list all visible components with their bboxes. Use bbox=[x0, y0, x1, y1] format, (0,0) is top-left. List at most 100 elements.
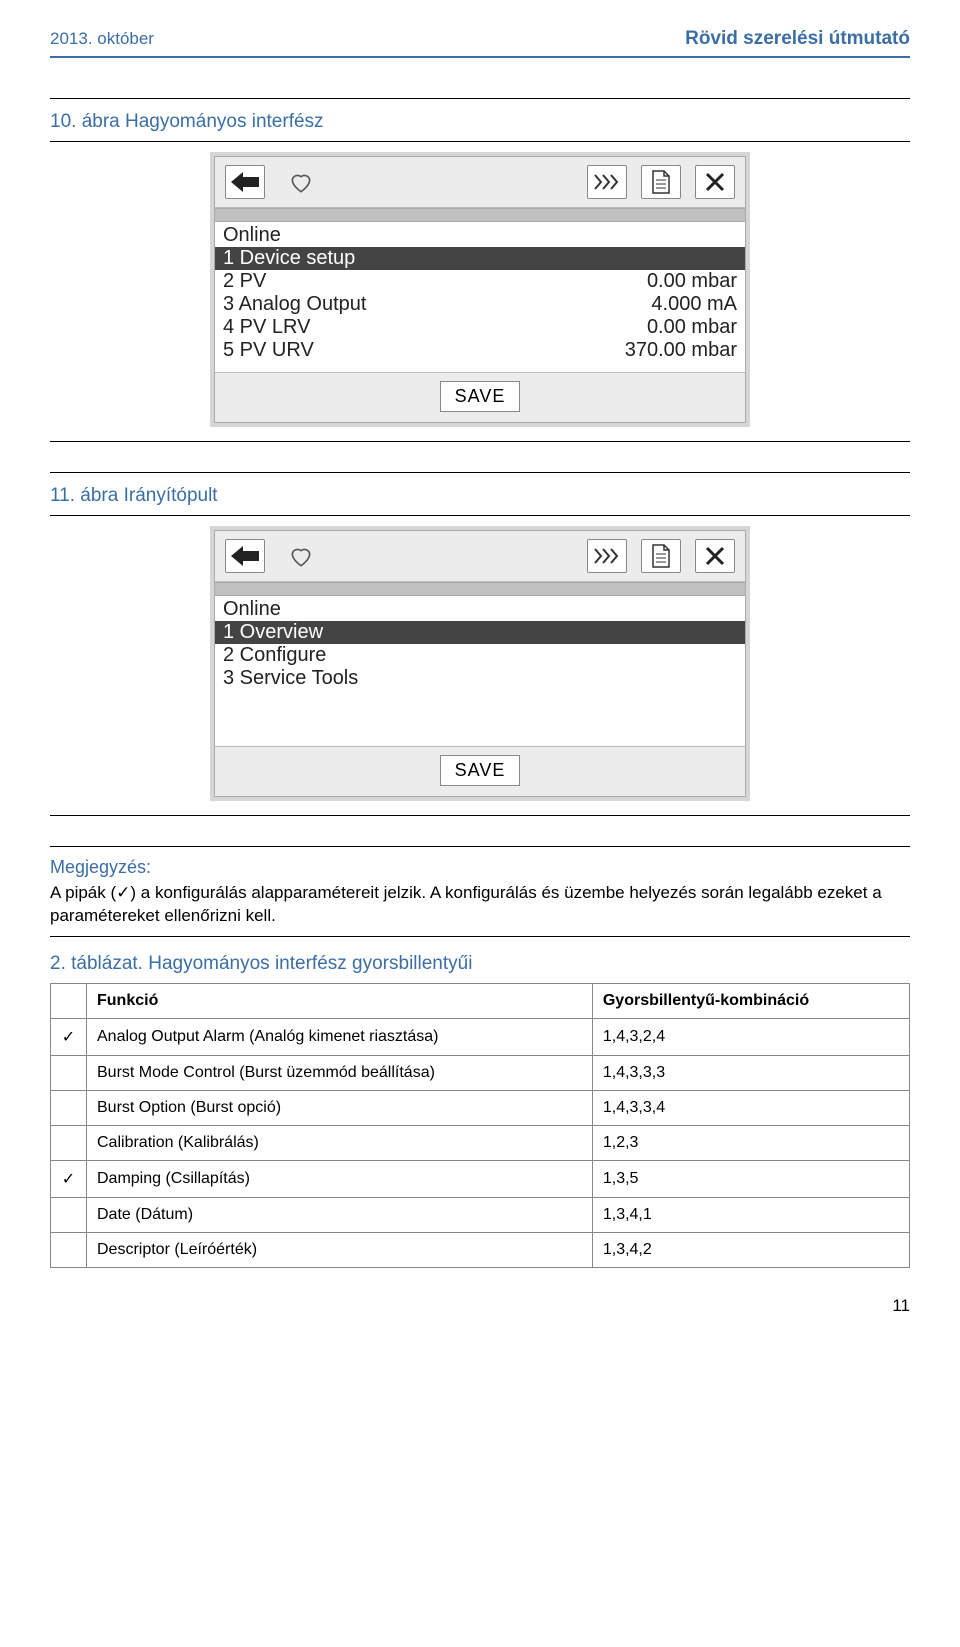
table-header-shortcut: Gyorsbillentyű-kombináció bbox=[592, 983, 909, 1018]
rule bbox=[50, 441, 910, 442]
forward-button[interactable] bbox=[587, 165, 627, 199]
function-cell: Damping (Csillapítás) bbox=[87, 1160, 593, 1197]
device-toolbar bbox=[215, 157, 745, 208]
note-block: Megjegyzés: A pipák (✓) a konfigurálás a… bbox=[50, 857, 910, 928]
check-mark bbox=[51, 1090, 87, 1125]
rule bbox=[50, 472, 910, 473]
device-menu: Online 1 Overview2 Configure3 Service To… bbox=[215, 596, 745, 746]
check-mark: ✓ bbox=[51, 1018, 87, 1055]
menu-item[interactable]: 5 PV URV 370.00 mbar bbox=[215, 339, 745, 362]
function-cell: Burst Mode Control (Burst üzemmód beállí… bbox=[87, 1055, 593, 1090]
shortcut-cell: 1,3,4,2 bbox=[592, 1232, 909, 1267]
check-mark bbox=[51, 1125, 87, 1160]
shortcut-cell: 1,4,3,3,4 bbox=[592, 1090, 909, 1125]
shortcut-cell: 1,2,3 bbox=[592, 1125, 909, 1160]
save-button[interactable]: SAVE bbox=[440, 755, 521, 786]
function-cell: Date (Dátum) bbox=[87, 1197, 593, 1232]
back-button[interactable] bbox=[225, 165, 265, 199]
table-row: Burst Option (Burst opció)1,4,3,3,4 bbox=[51, 1090, 910, 1125]
table-row: ✓Damping (Csillapítás)1,3,5 bbox=[51, 1160, 910, 1197]
rule bbox=[50, 98, 910, 99]
chevrons-right-icon bbox=[593, 547, 621, 565]
rule bbox=[50, 141, 910, 142]
favorite-button[interactable] bbox=[279, 537, 323, 575]
close-icon bbox=[705, 546, 725, 566]
menu-item-label: 2 PV bbox=[223, 270, 266, 293]
function-cell: Burst Option (Burst opció) bbox=[87, 1090, 593, 1125]
device-spacer bbox=[215, 582, 745, 596]
table-title: 2. táblázat. Hagyományos interfész gyors… bbox=[50, 953, 910, 975]
document-button[interactable] bbox=[641, 539, 681, 573]
menu-item[interactable]: 3 Service Tools bbox=[215, 667, 745, 690]
heart-icon bbox=[288, 169, 314, 195]
menu-item[interactable]: 1 Overview bbox=[215, 621, 745, 644]
table-row: Descriptor (Leíróérték)1,3,4,2 bbox=[51, 1232, 910, 1267]
rule bbox=[50, 515, 910, 516]
check-mark: ✓ bbox=[51, 1160, 87, 1197]
menu-item-label: 1 Overview bbox=[223, 621, 323, 644]
document-icon bbox=[651, 170, 671, 194]
table-row: ✓Analog Output Alarm (Analóg kimenet ria… bbox=[51, 1018, 910, 1055]
back-button[interactable] bbox=[225, 539, 265, 573]
table-header-function: Funkció bbox=[87, 983, 593, 1018]
menu-item-value: 4.000 mA bbox=[651, 293, 737, 316]
menu-item-label: 2 Configure bbox=[223, 644, 326, 667]
rule bbox=[50, 815, 910, 816]
shortcut-cell: 1,3,4,1 bbox=[592, 1197, 909, 1232]
shortcut-cell: 1,4,3,3,3 bbox=[592, 1055, 909, 1090]
figure-title-10: 10. ábra Hagyományos interfész bbox=[50, 111, 910, 133]
note-body: A pipák (✓) a konfigurálás alapparaméter… bbox=[50, 882, 910, 928]
menu-item[interactable]: 2 PV 0.00 mbar bbox=[215, 270, 745, 293]
menu-item-label: 4 PV LRV bbox=[223, 316, 310, 339]
favorite-button[interactable] bbox=[279, 163, 323, 201]
menu-header: Online bbox=[215, 222, 745, 247]
menu-item-label: 1 Device setup bbox=[223, 247, 355, 270]
menu-item-label: 5 PV URV bbox=[223, 339, 314, 362]
menu-item[interactable]: 3 Analog Output4.000 mA bbox=[215, 293, 745, 316]
arrow-left-icon bbox=[231, 546, 259, 566]
document-button[interactable] bbox=[641, 165, 681, 199]
menu-item-label: 3 Service Tools bbox=[223, 667, 358, 690]
device-screenshot-10: Online 1 Device setup2 PV 0.00 mbar3 Anal… bbox=[210, 152, 750, 427]
check-mark bbox=[51, 1055, 87, 1090]
header-title: Rövid szerelési útmutató bbox=[685, 28, 910, 50]
heart-icon bbox=[288, 543, 314, 569]
shortcut-cell: 1,4,3,2,4 bbox=[592, 1018, 909, 1055]
rule bbox=[50, 936, 910, 937]
forward-button[interactable] bbox=[587, 539, 627, 573]
device-toolbar bbox=[215, 531, 745, 582]
note-heading: Megjegyzés: bbox=[50, 857, 910, 878]
close-button[interactable] bbox=[695, 539, 735, 573]
check-mark bbox=[51, 1232, 87, 1267]
menu-item[interactable]: 1 Device setup bbox=[215, 247, 745, 270]
close-icon bbox=[705, 172, 725, 192]
shortcut-table: Funkció Gyorsbillentyű-kombináció ✓Analo… bbox=[50, 983, 910, 1268]
table-header-check bbox=[51, 983, 87, 1018]
rule bbox=[50, 846, 910, 847]
chevrons-right-icon bbox=[593, 173, 621, 191]
device-screenshot-11: Online 1 Overview2 Configure3 Service To… bbox=[210, 526, 750, 801]
figure-title-11: 11. ábra Irányítópult bbox=[50, 485, 910, 507]
page-number: 11 bbox=[50, 1296, 910, 1316]
function-cell: Analog Output Alarm (Analóg kimenet rias… bbox=[87, 1018, 593, 1055]
page-header: 2013. október Rövid szerelési útmutató bbox=[50, 28, 910, 58]
menu-header: Online bbox=[215, 596, 745, 621]
document-icon bbox=[651, 544, 671, 568]
device-menu: Online 1 Device setup2 PV 0.00 mbar3 Anal… bbox=[215, 222, 745, 372]
save-button[interactable]: SAVE bbox=[440, 381, 521, 412]
device-spacer bbox=[215, 208, 745, 222]
menu-item[interactable]: 4 PV LRV 0.00 mbar bbox=[215, 316, 745, 339]
menu-item-value: 370.00 mbar bbox=[625, 339, 737, 362]
menu-item[interactable]: 2 Configure bbox=[215, 644, 745, 667]
function-cell: Descriptor (Leíróérték) bbox=[87, 1232, 593, 1267]
header-date: 2013. október bbox=[50, 29, 154, 49]
arrow-left-icon bbox=[231, 172, 259, 192]
table-row: Burst Mode Control (Burst üzemmód beállí… bbox=[51, 1055, 910, 1090]
menu-item-value: 0.00 mbar bbox=[647, 316, 737, 339]
function-cell: Calibration (Kalibrálás) bbox=[87, 1125, 593, 1160]
close-button[interactable] bbox=[695, 165, 735, 199]
table-row: Date (Dátum)1,3,4,1 bbox=[51, 1197, 910, 1232]
menu-item-value: 0.00 mbar bbox=[647, 270, 737, 293]
check-mark bbox=[51, 1197, 87, 1232]
table-row: Calibration (Kalibrálás)1,2,3 bbox=[51, 1125, 910, 1160]
